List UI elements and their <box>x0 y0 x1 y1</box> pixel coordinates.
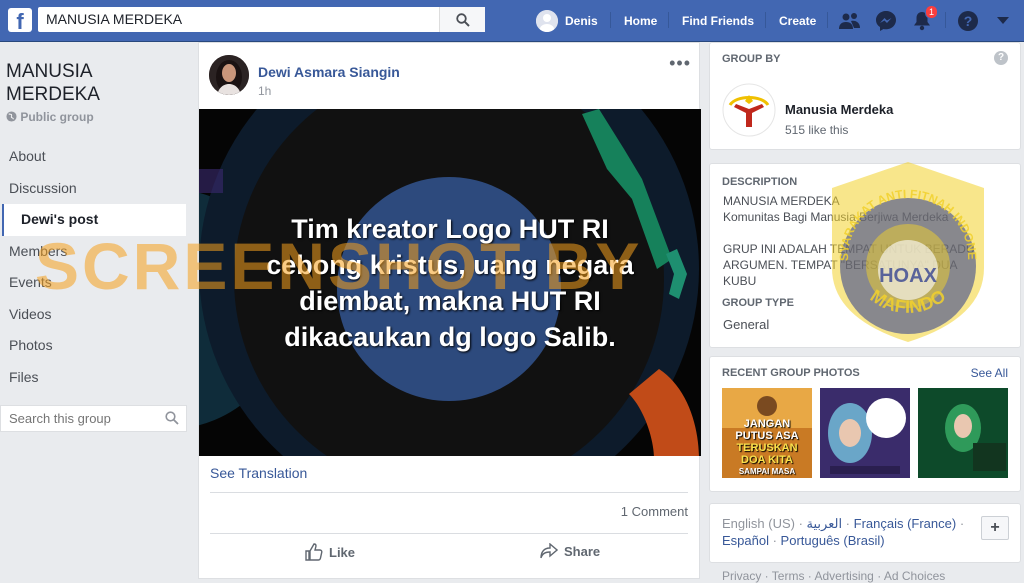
menu-dewis-post[interactable]: Dewi's post <box>2 204 186 236</box>
share-icon <box>540 543 558 559</box>
svg-text:?: ? <box>964 13 973 29</box>
group-search-input[interactable] <box>1 406 151 431</box>
footer-links: Privacy · Terms · Advertising · Ad Choic… <box>722 569 946 583</box>
friend-requests-icon[interactable] <box>838 9 862 33</box>
description-panel: DESCRIPTION MANUSIA MERDEKA Komunitas Ba… <box>709 163 1021 348</box>
avatar <box>536 10 558 32</box>
post-time[interactable]: 1h <box>258 84 271 98</box>
post-image-text: Tim kreator Logo HUT RI cebong kristus, … <box>266 214 634 352</box>
footer-ad-choices[interactable]: Ad Choices <box>884 569 945 583</box>
help-icon[interactable]: ? <box>994 51 1008 65</box>
menu-videos[interactable]: Videos <box>0 299 186 331</box>
search-icon[interactable] <box>165 411 179 425</box>
footer-advertising[interactable]: Advertising <box>814 569 873 583</box>
see-translation-link[interactable]: See Translation <box>210 465 307 481</box>
group-by-panel: GROUP BY ? Manusia Merdeka 515 like this <box>709 42 1021 150</box>
add-language-button[interactable]: + <box>981 516 1009 540</box>
recent-photo-1[interactable]: JANGAN PUTUS ASA TERUSKAN DOA KITA SAMPA… <box>722 388 812 478</box>
menu-photos[interactable]: Photos <box>0 330 186 362</box>
help-icon[interactable]: ? <box>956 9 980 33</box>
recent-photo-2[interactable] <box>820 388 910 478</box>
group-name[interactable]: MANUSIA MERDEKA <box>6 60 181 106</box>
author-name[interactable]: Dewi Asmara Siangin <box>258 64 400 80</box>
see-all-link[interactable]: See All <box>971 366 1008 380</box>
menu-about[interactable]: About <box>0 141 186 173</box>
notification-badge: 1 <box>925 5 939 19</box>
language-link[interactable]: العربية <box>807 516 843 531</box>
search-button[interactable] <box>439 7 485 32</box>
owner-name[interactable]: Manusia Merdeka <box>785 102 893 117</box>
language-current: English (US) <box>722 516 795 531</box>
group-type-heading: GROUP TYPE <box>722 297 794 309</box>
description-heading: DESCRIPTION <box>722 176 798 188</box>
nav-home[interactable]: Home <box>624 0 657 42</box>
menu-events[interactable]: Events <box>0 267 186 299</box>
menu-discussion[interactable]: Discussion <box>0 173 186 205</box>
group-menu: About Discussion Dewi's post Members Eve… <box>0 141 186 393</box>
facebook-logo[interactable]: f <box>8 8 32 32</box>
global-search[interactable]: MANUSIA MERDEKA <box>38 7 485 32</box>
search-icon <box>455 12 470 27</box>
group-privacy: Public group <box>6 110 94 124</box>
owner-likes: 515 like this <box>785 123 849 137</box>
languages-panel: English (US) · العربية · Français (Franc… <box>709 503 1021 563</box>
language-list: English (US) · العربية · Français (Franc… <box>722 516 965 548</box>
nav-create[interactable]: Create <box>779 0 816 42</box>
author-avatar[interactable] <box>209 55 249 95</box>
thumbs-up-icon <box>305 543 323 561</box>
menu-files[interactable]: Files <box>0 362 186 394</box>
language-link[interactable]: Português (Brasil) <box>781 533 885 548</box>
group-by-heading: GROUP BY <box>722 53 781 65</box>
like-button[interactable]: Like <box>305 543 355 561</box>
group-type-value: General <box>723 317 770 332</box>
globe-icon <box>6 111 17 122</box>
language-link[interactable]: Français (France) <box>854 516 957 531</box>
profile-name: Denis <box>565 14 598 28</box>
nav-find-friends[interactable]: Find Friends <box>682 0 754 42</box>
language-link[interactable]: Español <box>722 533 769 548</box>
group-description: MANUSIA MERDEKA Komunitas Bagi Manusia B… <box>723 194 975 288</box>
footer-terms[interactable]: Terms <box>772 569 805 583</box>
post-card: Dewi Asmara Siangin 1h ••• Tim kreator L… <box>198 42 701 579</box>
search-input[interactable]: MANUSIA MERDEKA <box>46 11 182 27</box>
profile-link[interactable]: Denis <box>536 0 598 42</box>
footer-privacy[interactable]: Privacy <box>722 569 761 583</box>
chevron-down-icon[interactable] <box>991 9 1015 33</box>
comment-count[interactable]: 1 Comment <box>621 504 688 519</box>
messenger-icon[interactable] <box>874 9 898 33</box>
post-image[interactable]: Tim kreator Logo HUT RI cebong kristus, … <box>199 109 701 456</box>
recent-photo-3[interactable] <box>918 388 1008 478</box>
recent-photos-heading: RECENT GROUP PHOTOS <box>722 367 860 379</box>
more-options-icon[interactable]: ••• <box>669 53 691 74</box>
top-bar: f MANUSIA MERDEKA Denis Home Find Friend… <box>0 0 1024 42</box>
owner-avatar[interactable] <box>722 83 776 137</box>
menu-members[interactable]: Members <box>0 236 186 268</box>
group-search[interactable] <box>0 405 187 432</box>
share-button[interactable]: Share <box>540 543 600 559</box>
